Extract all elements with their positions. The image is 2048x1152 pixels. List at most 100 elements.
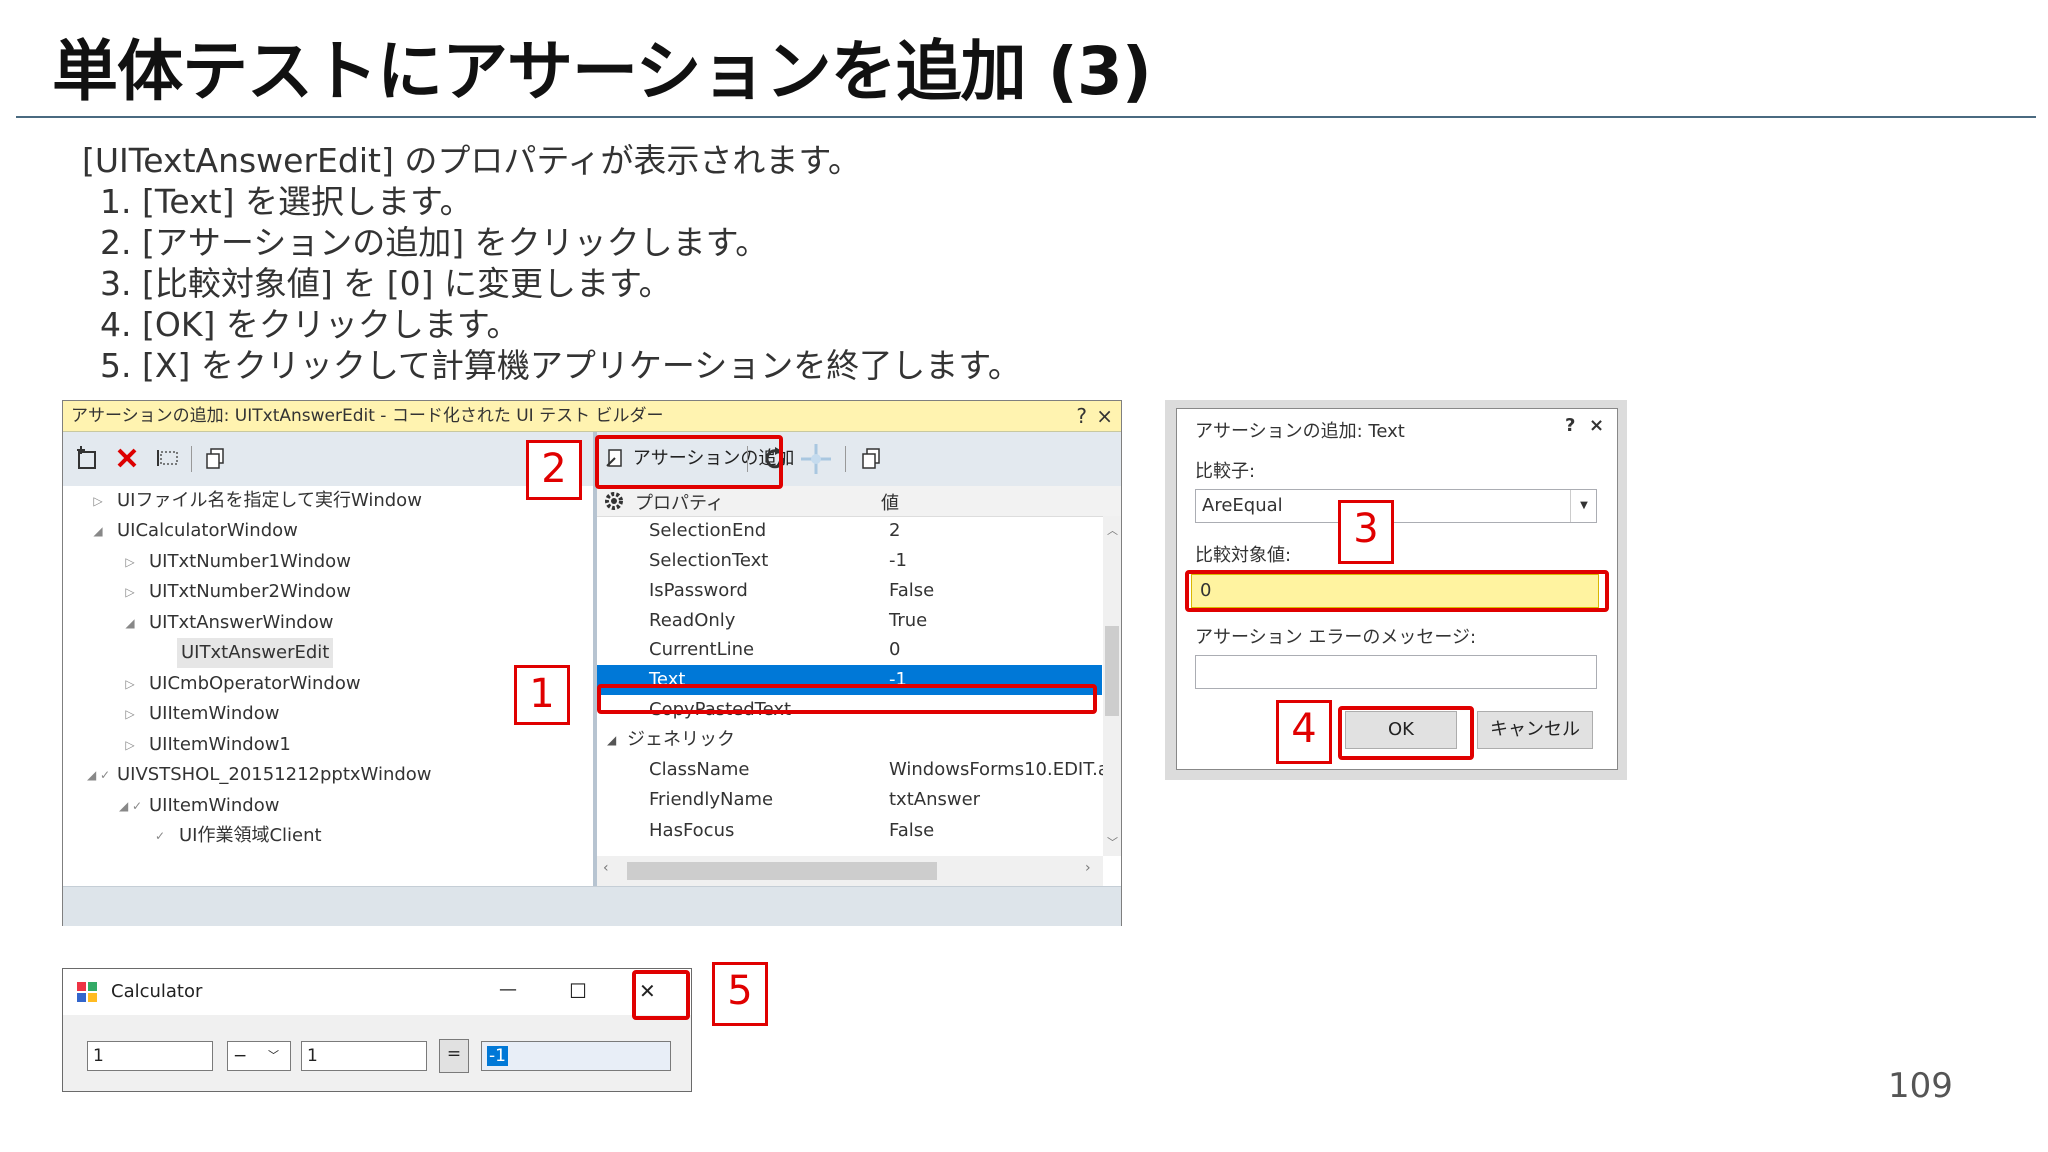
highlight-add-assertion xyxy=(595,435,783,489)
new-item-icon[interactable] xyxy=(75,446,101,472)
tree-node-selected[interactable]: UITxtAnswerEdit xyxy=(177,638,334,668)
tree-node[interactable]: ◢ ✓ UIItemWindow xyxy=(119,791,279,821)
tree-node[interactable]: ▷ UITxtNumber2Window xyxy=(125,577,351,607)
property-row[interactable]: HasFocus False xyxy=(597,816,1102,856)
scrollbar-thumb[interactable] xyxy=(1105,626,1119,716)
collapse-icon[interactable]: ◢ xyxy=(87,516,109,546)
expand-icon[interactable]: ▷ xyxy=(119,547,141,577)
comparator-label: 比較子: xyxy=(1195,461,1256,482)
instructions: [UITextAnswerEdit] のプロパティが表示されます。 [Text]… xyxy=(82,140,1021,386)
step-3: [比較対象値] を [0] に変更します。 xyxy=(142,263,1021,304)
property-row[interactable]: ClassName WindowsForms10.EDIT.a xyxy=(597,755,1109,785)
highlight-text-row xyxy=(597,684,1097,714)
property-row[interactable]: SelectionText -1 xyxy=(597,546,1102,576)
tree-node[interactable]: ▷ UITxtNumber1Window xyxy=(125,547,351,577)
tree-node[interactable]: ✓ UI作業領域Client xyxy=(155,821,322,851)
toolbar-separator xyxy=(191,446,192,472)
scroll-up-icon[interactable]: ︿ xyxy=(1107,522,1118,538)
scrollbar-thumb[interactable] xyxy=(627,862,937,880)
answer-value: -1 xyxy=(487,1046,508,1066)
scroll-down-icon[interactable]: ﹀ xyxy=(1107,834,1118,850)
property-row[interactable]: FriendlyName txtAnswer xyxy=(597,785,1102,815)
copy-icon[interactable] xyxy=(203,446,229,472)
answer-output[interactable]: -1 xyxy=(481,1041,671,1071)
callout-4: 4 xyxy=(1276,700,1332,764)
operator-value: − xyxy=(233,1046,248,1066)
gear-icon xyxy=(605,492,623,510)
property-group-generic[interactable]: ◢ ジェネリック xyxy=(597,725,1102,755)
tree-node[interactable]: ◢ UICalculatorWindow xyxy=(93,516,298,546)
property-row[interactable]: IsPassword False xyxy=(597,576,1102,606)
expand-icon[interactable]: ▷ xyxy=(87,486,109,516)
instructions-intro: [UITextAnswerEdit] のプロパティが表示されます。 xyxy=(82,141,862,180)
step-5: [X] をクリックして計算機アプリケーションを終了します。 xyxy=(142,345,1021,386)
tree-toolbar xyxy=(63,432,593,486)
step-4: [OK] をクリックします。 xyxy=(142,304,1021,345)
maximize-button[interactable]: ☐ xyxy=(569,979,587,1003)
builder-title: アサーションの追加: UITxtAnswerEdit - コード化された UI … xyxy=(71,406,664,426)
highlight-compare-value xyxy=(1185,570,1609,612)
collapse-icon[interactable]: ◢ ✓ xyxy=(87,760,110,790)
expand-icon[interactable]: ▷ xyxy=(119,730,141,760)
calculator-app-icon xyxy=(77,982,97,1002)
comparator-select[interactable]: AreEqual ▼ xyxy=(1195,489,1597,523)
callout-1: 1 xyxy=(514,665,570,725)
minimize-button[interactable]: — xyxy=(499,979,517,1000)
dialog-close-button[interactable]: × xyxy=(1589,415,1604,436)
collapse-icon[interactable]: ◢ ✓ xyxy=(119,791,142,821)
builder-status-bar xyxy=(63,886,1121,926)
equals-button[interactable]: = xyxy=(439,1039,469,1073)
tree-node[interactable]: ▷ UICmbOperatorWindow xyxy=(125,669,360,699)
step-1: [Text] を選択します。 xyxy=(142,181,1021,222)
steps-list: [Text] を選択します。 [アサーションの追加] をクリックします。 [比較… xyxy=(82,181,1021,386)
step-2: [アサーションの追加] をクリックします。 xyxy=(142,222,1021,263)
check-icon: ✓ xyxy=(154,829,166,843)
number2-input[interactable]: 1 xyxy=(301,1041,427,1071)
comparator-value: AreEqual xyxy=(1202,495,1283,516)
horizontal-scrollbar[interactable]: ‹ › xyxy=(597,856,1103,886)
error-message-input[interactable] xyxy=(1195,655,1597,689)
builder-close-button[interactable]: × xyxy=(1096,401,1113,431)
expand-icon[interactable]: ▷ xyxy=(119,577,141,607)
cancel-button[interactable]: キャンセル xyxy=(1477,711,1593,749)
rename-icon[interactable] xyxy=(155,446,181,472)
tree-node[interactable]: ◢ UITxtAnswerWindow xyxy=(125,608,333,638)
tree-node[interactable]: ▷ UIファイル名を指定して実行Window xyxy=(93,486,422,516)
operator-select[interactable]: − ﹀ xyxy=(227,1041,291,1071)
slide-title: 単体テストにアサーションを追加 (3) xyxy=(52,33,1152,110)
property-row[interactable]: CurrentLine 0 xyxy=(597,635,1102,665)
tree-node[interactable]: ▷ UIItemWindow1 xyxy=(125,730,291,760)
collapse-icon[interactable]: ◢ xyxy=(119,608,141,638)
scroll-left-icon[interactable]: ‹ xyxy=(603,860,609,876)
vertical-scrollbar[interactable]: ︿ ﹀ xyxy=(1103,516,1121,856)
number1-input[interactable]: 1 xyxy=(87,1041,213,1071)
title-divider xyxy=(16,116,2036,118)
property-row[interactable]: SelectionEnd 2 xyxy=(597,516,1102,546)
tree-node[interactable]: ▷ UIItemWindow xyxy=(125,699,279,729)
tree-node[interactable]: ◢ ✓ UIVSTSHOL_20151212pptxWindow xyxy=(87,760,432,790)
calculator-title: Calculator xyxy=(111,981,203,1002)
callout-3: 3 xyxy=(1338,500,1394,564)
chevron-down-icon[interactable]: ﹀ xyxy=(268,1042,279,1070)
copy-icon[interactable] xyxy=(859,446,885,472)
expand-icon[interactable]: ▷ xyxy=(119,699,141,729)
calculator-titlebar: Calculator — ☐ ✕ xyxy=(63,969,691,1015)
error-message-label: アサーション エラーのメッセージ: xyxy=(1195,627,1477,648)
callout-5: 5 xyxy=(712,962,768,1026)
highlight-close xyxy=(632,970,690,1020)
builder-help-button[interactable]: ? xyxy=(1076,401,1087,431)
builder-titlebar: アサーションの追加: UITxtAnswerEdit - コード化された UI … xyxy=(63,401,1121,432)
delete-icon[interactable] xyxy=(115,446,141,472)
scroll-right-icon[interactable]: › xyxy=(1085,860,1091,876)
collapse-icon[interactable]: ◢ xyxy=(607,725,616,755)
dialog-help-button[interactable]: ? xyxy=(1565,415,1575,436)
toolbar-separator xyxy=(845,446,846,472)
property-column-header: プロパティ xyxy=(635,493,724,514)
crosshair-move-icon[interactable] xyxy=(799,442,833,476)
property-row[interactable]: ReadOnly True xyxy=(597,606,1102,636)
ui-test-builder-window: アサーションの追加: UITxtAnswerEdit - コード化された UI … xyxy=(62,400,1122,926)
properties-header: プロパティ 値 xyxy=(597,486,1121,517)
chevron-down-icon[interactable]: ▼ xyxy=(1570,490,1597,522)
expand-icon[interactable]: ▷ xyxy=(119,669,141,699)
compare-value-label: 比較対象値: xyxy=(1195,545,1292,566)
